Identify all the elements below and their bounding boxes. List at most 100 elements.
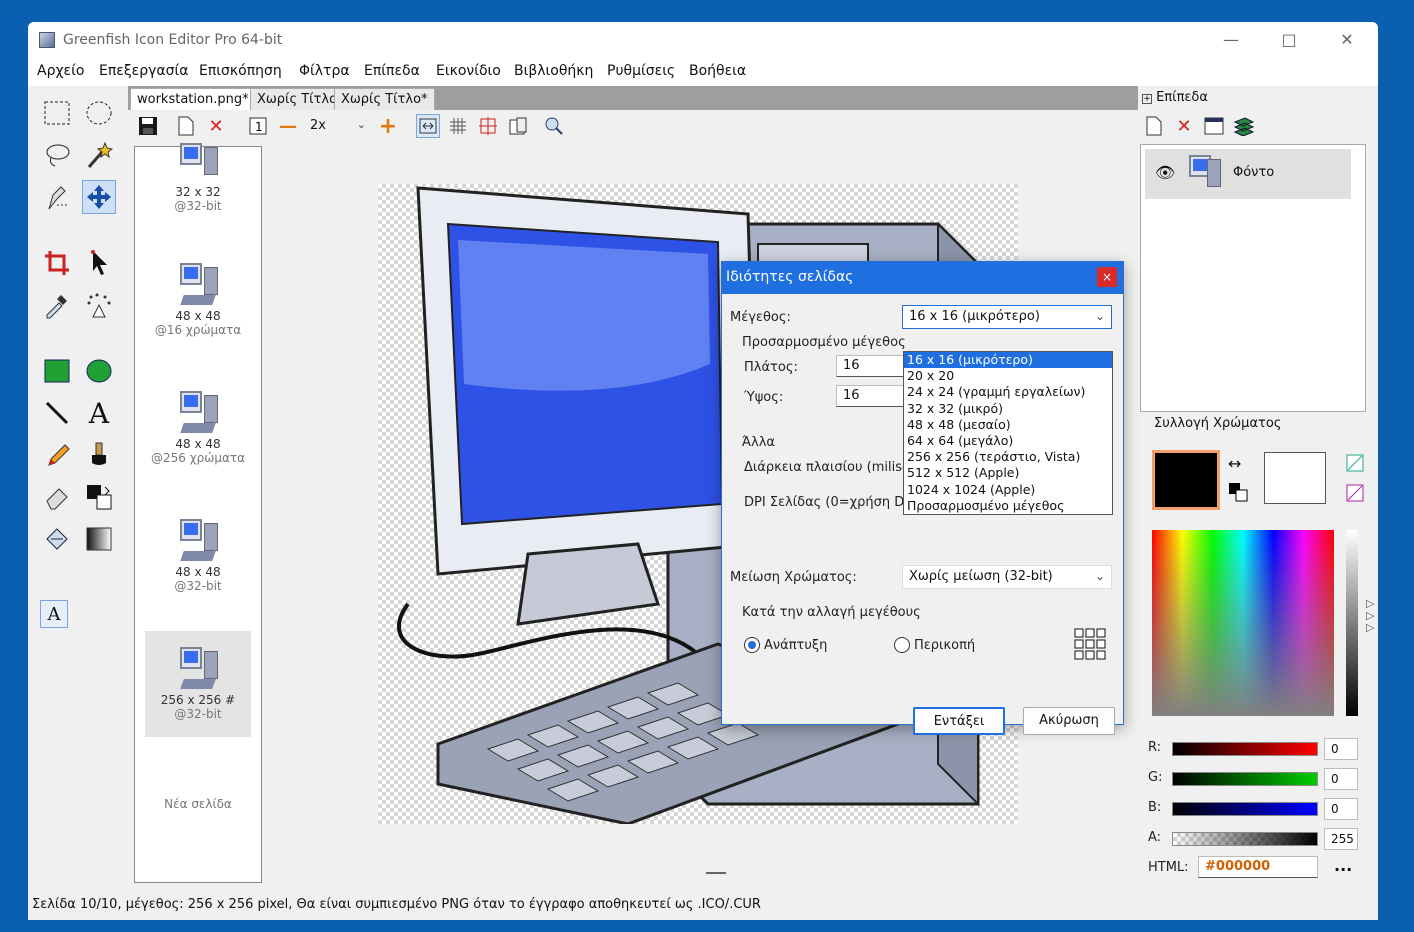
tile-preview-icon[interactable]	[506, 114, 530, 138]
tab-workstation[interactable]: workstation.png*	[130, 88, 256, 110]
document-toolbar: ✕ 1 — 2x ⌄ +	[134, 114, 584, 142]
radio-stretch[interactable]	[744, 637, 760, 653]
page-item[interactable]: 32 x 32 @32-bit	[135, 143, 261, 213]
red-slider[interactable]	[1172, 742, 1318, 756]
red-value[interactable]: 0	[1324, 738, 1358, 760]
scroll-handle[interactable]	[706, 872, 726, 874]
merge-layers-icon[interactable]	[1232, 114, 1256, 138]
size-select[interactable]: 16 x 16 (μικρότερο) ⌄	[902, 305, 1112, 329]
layers-header[interactable]: + Επίπεδα	[1142, 90, 1208, 105]
gradient-icon[interactable]	[82, 522, 116, 556]
grid-icon[interactable]	[446, 114, 470, 138]
menu-icon[interactable]: Εικονίδιο	[436, 63, 501, 79]
blue-slider[interactable]	[1172, 802, 1318, 816]
save-icon[interactable]	[136, 114, 160, 138]
menu-filters[interactable]: Φίλτρα	[299, 63, 350, 79]
dialog-close-button[interactable]: ×	[1097, 267, 1117, 287]
fill-bucket-icon[interactable]	[40, 522, 74, 556]
page-item-selected[interactable]: 256 x 256 # @32-bit	[145, 631, 251, 737]
transparent-color-icon[interactable]	[1346, 454, 1364, 472]
crop-icon[interactable]	[40, 246, 74, 280]
size-option[interactable]: 32 x 32 (μικρό)	[904, 401, 1112, 417]
radio-crop[interactable]	[894, 637, 910, 653]
delete-page-icon[interactable]: ✕	[204, 114, 228, 138]
primary-color-swatch[interactable]	[1152, 450, 1220, 510]
minimize-button[interactable]: —	[1208, 26, 1254, 54]
html-color-input[interactable]: #000000	[1198, 856, 1318, 878]
fit-window-icon[interactable]	[416, 114, 440, 138]
eye-icon[interactable]: 👁	[1155, 163, 1175, 182]
ellipse-select-icon[interactable]	[82, 96, 116, 130]
color-replace-icon[interactable]	[82, 480, 116, 514]
maximize-button[interactable]: □	[1266, 26, 1312, 54]
layer-properties-icon[interactable]	[1202, 114, 1226, 138]
anchor-grid-icon[interactable]	[1074, 628, 1106, 660]
size-option[interactable]: 20 x 20	[904, 368, 1112, 384]
tab-untitled-1[interactable]: Χωρίς Τίτλο	[250, 88, 345, 110]
size-option[interactable]: 256 x 256 (τεράστιο, Vista)	[904, 449, 1112, 465]
color-reduction-select[interactable]: Χωρίς μείωση (32-bit) ⌄	[902, 565, 1112, 589]
lasso-icon[interactable]	[40, 138, 74, 172]
new-page-icon[interactable]	[174, 114, 198, 138]
hue-saturation-field[interactable]	[1152, 530, 1334, 716]
more-colors-button[interactable]: ...	[1334, 856, 1352, 875]
size-dropdown-list: 16 x 16 (μικρότερο) 20 x 20 24 x 24 (γρα…	[903, 351, 1113, 515]
size-option[interactable]: Προσαρμοσμένο μέγεθος	[904, 498, 1112, 514]
zoom-in-icon[interactable]: +	[376, 114, 400, 139]
page-number-icon[interactable]: 1	[246, 114, 270, 138]
delete-layer-icon[interactable]: ✕	[1172, 114, 1196, 138]
swap-colors-icon[interactable]: ↔	[1228, 454, 1241, 473]
eyedropper-icon[interactable]	[40, 288, 74, 322]
cancel-button[interactable]: Ακύρωση	[1023, 707, 1115, 735]
menu-settings[interactable]: Ρυθμίσεις	[607, 63, 675, 79]
layer-item[interactable]: 👁 Φόντο	[1145, 149, 1351, 199]
magnifier-icon[interactable]	[542, 114, 566, 138]
close-button[interactable]: ✕	[1324, 26, 1370, 54]
size-option[interactable]: 48 x 48 (μεσαίο)	[904, 417, 1112, 433]
page-item[interactable]: 48 x 48 @16 χρώματα	[135, 263, 261, 337]
size-option[interactable]: 64 x 64 (μεγάλο)	[904, 433, 1112, 449]
text-tool-icon[interactable]: A	[82, 396, 116, 430]
inverted-color-icon[interactable]	[1346, 484, 1364, 502]
size-option[interactable]: 512 x 512 (Apple)	[904, 465, 1112, 481]
text-mode-icon[interactable]: A	[40, 600, 68, 628]
blue-value[interactable]: 0	[1324, 798, 1358, 820]
zoom-select[interactable]: 2x ⌄	[306, 116, 370, 138]
pen-select-icon[interactable]	[40, 180, 74, 214]
menu-library[interactable]: Βιβλιοθήκη	[514, 63, 593, 79]
pencil-icon[interactable]	[40, 438, 74, 472]
crosshair-icon[interactable]	[476, 114, 500, 138]
menu-edit[interactable]: Επεξεργασία	[99, 63, 188, 79]
green-slider[interactable]	[1172, 772, 1318, 786]
brightness-slider[interactable]	[1346, 530, 1358, 716]
rectangle-tool-icon[interactable]	[40, 354, 74, 388]
tab-untitled-2[interactable]: Χωρίς Τίτλο*	[334, 88, 435, 110]
ellipse-tool-icon[interactable]	[82, 354, 116, 388]
page-item[interactable]: 48 x 48 @256 χρώματα	[135, 391, 261, 465]
magic-wand-icon[interactable]	[82, 138, 116, 172]
reset-colors-icon[interactable]	[1228, 482, 1248, 502]
menu-layers[interactable]: Επίπεδα	[364, 63, 420, 79]
size-option[interactable]: 16 x 16 (μικρότερο)	[904, 352, 1112, 369]
move-icon[interactable]	[82, 180, 116, 214]
eraser-icon[interactable]	[40, 480, 74, 514]
size-option[interactable]: 24 x 24 (γραμμή εργαλείων)	[904, 384, 1112, 400]
page-item[interactable]: 48 x 48 @32-bit	[135, 519, 261, 593]
rect-select-icon[interactable]	[40, 96, 74, 130]
new-layer-icon[interactable]	[1142, 114, 1166, 138]
pointer-icon[interactable]	[82, 246, 116, 280]
brush-icon[interactable]	[82, 438, 116, 472]
menu-view[interactable]: Επισκόπηση	[199, 63, 282, 79]
spray-icon[interactable]	[82, 288, 116, 322]
size-option[interactable]: 1024 x 1024 (Apple)	[904, 482, 1112, 498]
line-tool-icon[interactable]	[40, 396, 74, 430]
secondary-color-swatch[interactable]	[1264, 452, 1326, 504]
new-page-button[interactable]: Νέα σελίδα	[135, 797, 261, 811]
zoom-out-icon[interactable]: —	[276, 114, 300, 138]
menu-file[interactable]: Αρχείο	[37, 63, 84, 79]
green-value[interactable]: 0	[1324, 768, 1358, 790]
alpha-slider[interactable]	[1172, 832, 1318, 846]
ok-button[interactable]: Εντάξει	[913, 707, 1005, 735]
alpha-value[interactable]: 255	[1324, 828, 1358, 850]
menu-help[interactable]: Βοήθεια	[689, 63, 746, 79]
